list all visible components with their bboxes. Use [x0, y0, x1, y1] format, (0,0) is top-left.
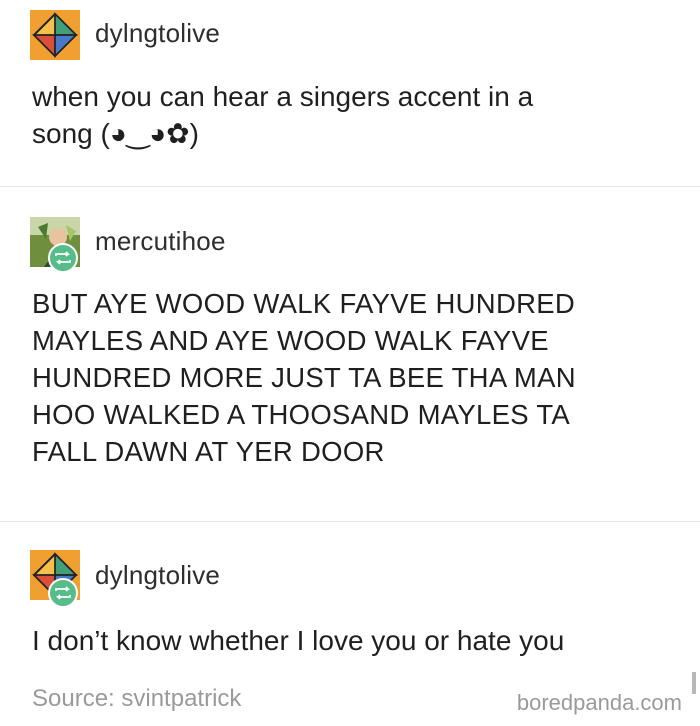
geometric-orange-diamond-avatar [30, 10, 80, 60]
source-credit: Source: svintpatrick [32, 685, 242, 712]
scrollbar[interactable] [692, 672, 696, 694]
post-1: dylngtolive when you can hear a singers … [0, 0, 700, 186]
post-2: mercutihoe BUT AYE WOOD WALK FAYVE HUNDR… [0, 187, 700, 521]
post-text: I don’t know whether I love you or hate … [32, 625, 565, 656]
reblog-badge [48, 243, 78, 273]
avatar[interactable] [30, 10, 80, 60]
reblog-icon [55, 586, 71, 600]
reblog-badge [48, 578, 78, 608]
username[interactable]: dylngtolive [95, 560, 220, 591]
post-text: BUT AYE WOOD WALK FAYVE HUNDRED MAYLES A… [32, 288, 576, 467]
reblog-icon [55, 251, 71, 265]
post-text: when you can hear a singers accent in a … [32, 81, 534, 149]
watermark-brand: boredpanda.com [516, 690, 682, 715]
username[interactable]: mercutihoe [95, 226, 226, 257]
username[interactable]: dylngtolive [95, 18, 220, 49]
